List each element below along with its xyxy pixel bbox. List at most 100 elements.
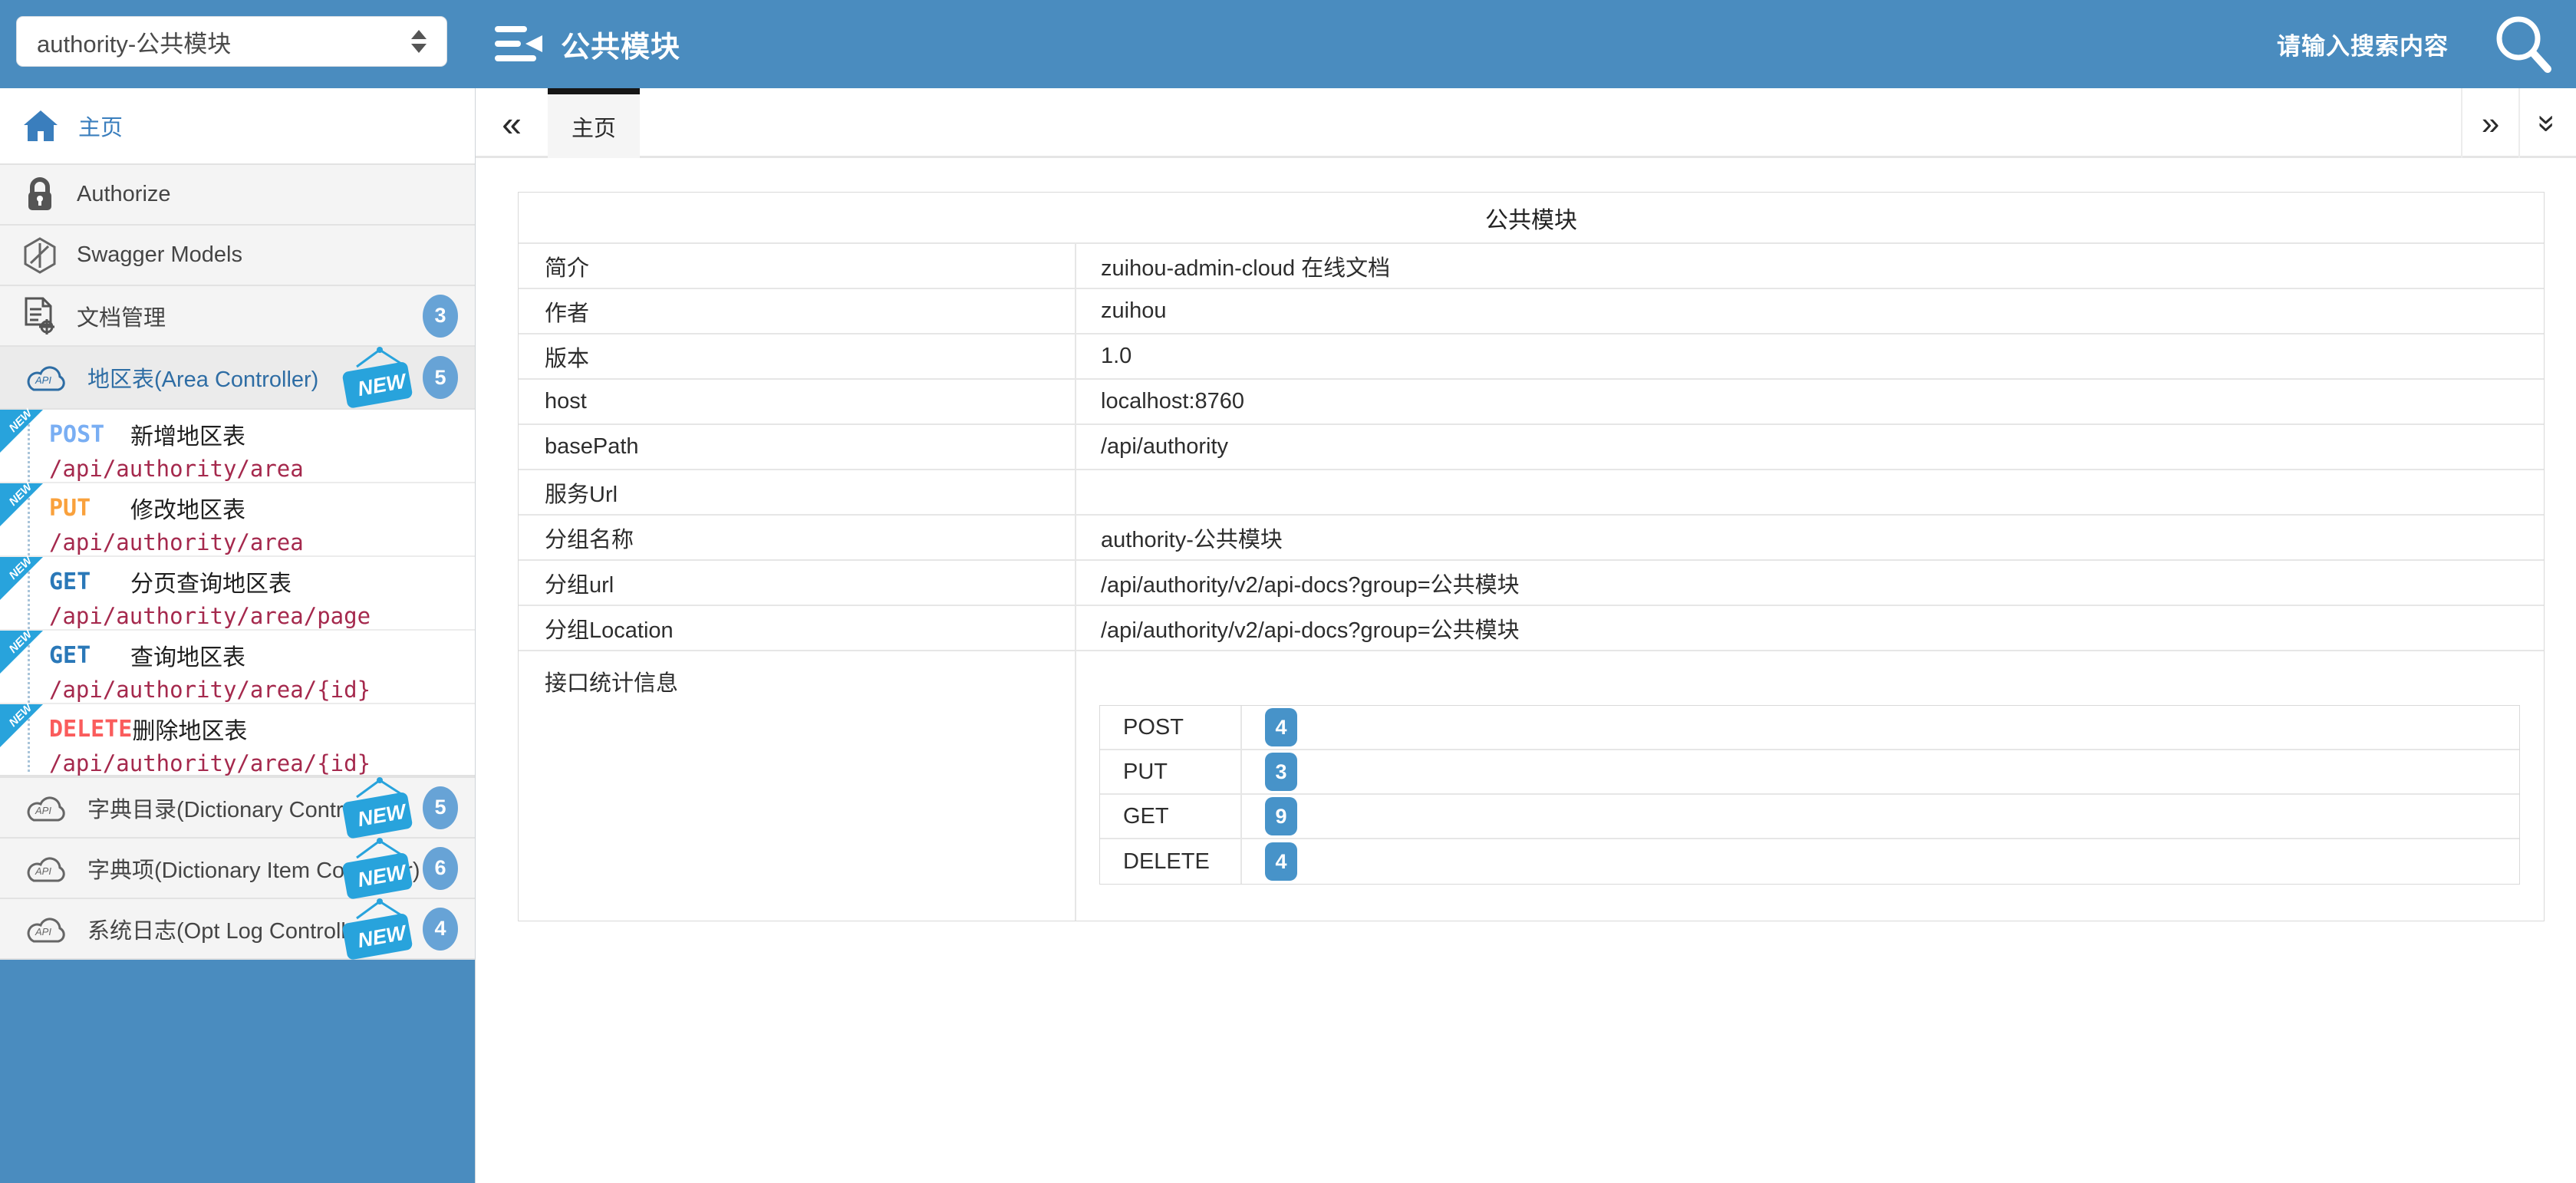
sidebar-item-label: 主页 xyxy=(78,110,123,142)
endpoint-name: 分页查询地区表 xyxy=(130,565,292,598)
sidebar-item-area-controller[interactable]: API 地区表(Area Controller) NEW 5 xyxy=(0,347,475,410)
svg-text:API: API xyxy=(35,926,51,938)
table-row: 版本 1.0 xyxy=(519,334,2544,380)
method-label: GET xyxy=(49,642,130,669)
table-row: 简介 zuihou-admin-cloud 在线文档 xyxy=(519,244,2544,289)
stats-count-badge: 4 xyxy=(1265,708,1297,746)
svg-text:API: API xyxy=(35,805,51,816)
cloud-api-icon: API xyxy=(23,793,68,823)
stats-method: PUT xyxy=(1100,750,1242,793)
swagger-models-icon xyxy=(23,237,57,274)
sidebar: 主页 Authorize Swagger Models xyxy=(0,88,476,1183)
table-title: 公共模块 xyxy=(519,193,2544,244)
new-badge-icon: NEW xyxy=(337,774,417,842)
search-input[interactable]: 请输入搜索内容 xyxy=(2277,27,2449,61)
table-row: 作者 zuihou xyxy=(519,289,2544,334)
row-value: zuihou-admin-cloud 在线文档 xyxy=(1076,244,2544,288)
cloud-api-icon: API xyxy=(23,362,68,393)
sidebar-item-doc-manage[interactable]: 文档管理 3 xyxy=(0,286,475,347)
sidebar-item-label: Swagger Models xyxy=(77,242,242,268)
chevron-double-right-icon: » xyxy=(2482,105,2499,142)
endpoint-item-delete-area[interactable]: NEW DELETE 删除地区表 /api/authority/area/{id… xyxy=(0,704,475,778)
table-row: 分组Location /api/authority/v2/api-docs?gr… xyxy=(519,606,2544,651)
endpoint-name: 查询地区表 xyxy=(130,638,245,672)
cloud-api-icon: API xyxy=(23,914,68,944)
lock-icon xyxy=(23,177,57,213)
select-spinner-icon xyxy=(411,30,427,53)
brand: 公共模块 xyxy=(495,21,680,66)
stats-count-badge: 9 xyxy=(1265,797,1297,835)
stats-count-badge: 4 xyxy=(1265,842,1297,881)
controller-count-badge: 6 xyxy=(423,847,458,890)
table-row: host localhost:8760 xyxy=(519,380,2544,425)
endpoint-path: /api/authority/area/{id} xyxy=(49,750,475,776)
tab-strip: « 主页 » » xyxy=(476,88,2576,158)
chevron-double-left-icon: « xyxy=(502,103,522,144)
doc-manage-count-badge: 3 xyxy=(423,295,458,338)
tab-home[interactable]: 主页 xyxy=(548,88,640,158)
stats-cell: POST 4 PUT 3 GET 9 DELETE 4 xyxy=(1076,651,2544,921)
tabs-scroll-right-button[interactable]: » xyxy=(2461,88,2518,158)
area-controller-count-badge: 5 xyxy=(423,356,458,399)
svg-text:API: API xyxy=(35,374,51,386)
endpoint-name: 删除地区表 xyxy=(132,712,247,746)
new-ribbon-icon: NEW xyxy=(0,704,43,747)
endpoint-item-get-area-page[interactable]: NEW GET 分页查询地区表 /api/authority/area/page xyxy=(0,557,475,631)
top-bar: authority-公共模块 公共模块 请输入搜索内容 xyxy=(0,0,2576,88)
stats-row: GET 9 xyxy=(1100,795,2519,839)
table-row-stats: 接口统计信息 POST 4 PUT 3 GET 9 xyxy=(519,651,2544,921)
search-icon[interactable] xyxy=(2493,13,2555,76)
sidebar-item-dictionary-item-controller[interactable]: API 字典项(Dictionary Item Controller) NEW … xyxy=(0,839,475,899)
sidebar-item-dictionary-controller[interactable]: API 字典目录(Dictionary Controller) NEW 5 xyxy=(0,778,475,839)
row-value: authority-公共模块 xyxy=(1076,516,2544,559)
row-value: 1.0 xyxy=(1076,334,2544,378)
endpoint-path: /api/authority/area/{id} xyxy=(49,677,475,703)
new-badge-icon: NEW xyxy=(337,344,417,411)
search-area: 请输入搜索内容 xyxy=(2277,0,2555,88)
tabs-collapse-all-button[interactable]: » xyxy=(2518,88,2576,158)
chevron-double-down-icon: » xyxy=(2529,114,2566,132)
endpoint-item-put-area[interactable]: NEW PUT 修改地区表 /api/authority/area xyxy=(0,483,475,557)
row-label: 简介 xyxy=(519,244,1076,288)
row-value: zuihou xyxy=(1076,289,2544,333)
row-label: host xyxy=(519,380,1076,423)
document-gear-icon xyxy=(23,297,57,335)
stats-count-badge: 3 xyxy=(1265,753,1297,791)
svg-text:API: API xyxy=(35,865,51,877)
stats-row: DELETE 4 xyxy=(1100,839,2519,884)
method-label: POST xyxy=(49,421,130,448)
home-icon xyxy=(23,110,58,142)
sidebar-item-swagger-models[interactable]: Swagger Models xyxy=(0,226,475,286)
endpoint-name: 新增地区表 xyxy=(130,417,245,451)
method-label: PUT xyxy=(49,495,130,522)
sidebar-item-home[interactable]: 主页 xyxy=(0,88,475,165)
row-value xyxy=(1076,470,2544,514)
endpoint-path: /api/authority/area xyxy=(49,456,475,482)
cloud-api-icon: API xyxy=(23,853,68,884)
group-select-value: authority-公共模块 xyxy=(37,25,411,59)
tab-label: 主页 xyxy=(572,110,616,143)
sidebar-item-authorize[interactable]: Authorize xyxy=(0,165,475,226)
stats-method: GET xyxy=(1100,795,1242,838)
sidebar-item-label: 文档管理 xyxy=(77,300,166,332)
stats-method: DELETE xyxy=(1100,839,1242,884)
row-label: 接口统计信息 xyxy=(519,651,1076,921)
endpoint-item-post-area[interactable]: NEW POST 新增地区表 /api/authority/area xyxy=(0,410,475,483)
table-row: 服务Url xyxy=(519,470,2544,516)
row-value: localhost:8760 xyxy=(1076,380,2544,423)
endpoint-item-get-area-id[interactable]: NEW GET 查询地区表 /api/authority/area/{id} xyxy=(0,631,475,704)
row-label: 分组url xyxy=(519,561,1076,605)
row-value: /api/authority/v2/api-docs?group=公共模块 xyxy=(1076,561,2544,605)
tabs-scroll-left-button[interactable]: « xyxy=(476,88,548,158)
controller-count-badge: 4 xyxy=(423,908,458,951)
sidebar-item-label: 地区表(Area Controller) xyxy=(87,361,318,394)
new-ribbon-icon: NEW xyxy=(0,410,43,453)
new-ribbon-icon: NEW xyxy=(0,557,43,600)
sidebar-item-opt-log-controller[interactable]: API 系统日志(Opt Log Controller) NEW 4 xyxy=(0,899,475,960)
table-row: 分组名称 authority-公共模块 xyxy=(519,516,2544,561)
method-label: DELETE xyxy=(49,716,132,743)
row-label: 分组Location xyxy=(519,606,1076,650)
module-info-table: 公共模块 简介 zuihou-admin-cloud 在线文档 作者 zuiho… xyxy=(518,192,2545,921)
group-select[interactable]: authority-公共模块 xyxy=(16,16,447,67)
stats-method: POST xyxy=(1100,706,1242,749)
